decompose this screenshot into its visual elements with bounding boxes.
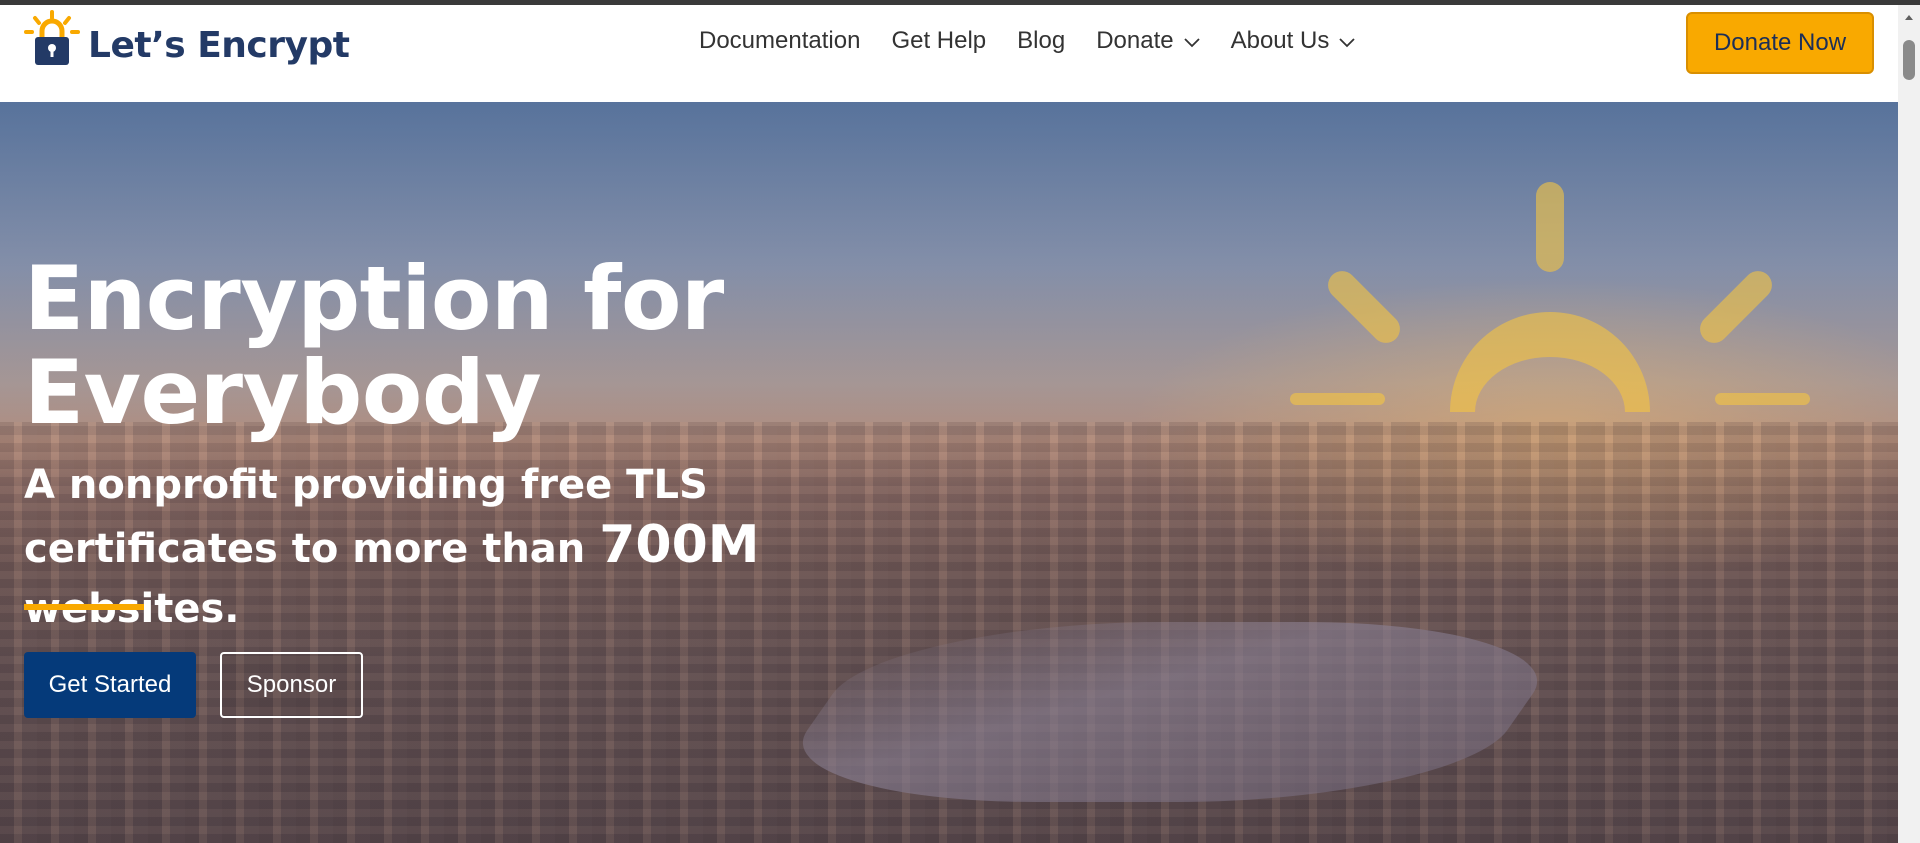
hero-accent-bar	[24, 604, 144, 610]
nav-about-us-dropdown[interactable]: About Us	[1231, 27, 1356, 55]
hero-title-line1: Encryption for	[24, 247, 724, 350]
nav-donate-label: Donate	[1096, 27, 1174, 54]
nav-blog[interactable]: Blog	[1017, 27, 1065, 55]
nav-documentation-label: Documentation	[699, 27, 861, 54]
nav-blog-label: Blog	[1017, 27, 1066, 54]
website-count: 700M	[599, 515, 760, 575]
hero-subtitle-line1: A nonprofit providing free TLS	[24, 462, 708, 508]
padlock-sun-icon	[24, 10, 82, 70]
site-logo-text: Let’s Encrypt	[88, 24, 350, 66]
nav-about-us-label: About Us	[1230, 27, 1330, 54]
sponsor-button[interactable]: Sponsor	[220, 652, 363, 718]
sun-logo-watermark-icon	[1290, 182, 1810, 412]
site-logo[interactable]: Let’s Encrypt	[24, 5, 350, 75]
page-scrollbar[interactable]	[1898, 5, 1920, 843]
chevron-down-icon	[1339, 27, 1355, 55]
chevron-down-icon	[1183, 27, 1200, 55]
hero-title: Encryption for Everybody	[24, 252, 924, 440]
nav-get-help[interactable]: Get Help	[891, 27, 986, 55]
hero-section: Encryption for Everybody A nonprofit pro…	[0, 102, 1898, 843]
main-nav: Documentation Get Help Blog Donate About…	[699, 27, 1386, 55]
nav-donate-dropdown[interactable]: Donate	[1096, 27, 1200, 55]
get-started-button[interactable]: Get Started	[24, 652, 196, 718]
hero-subtitle-line2-pre: certificates to more than	[24, 526, 600, 572]
hero-subtitle: A nonprofit providing free TLS certifica…	[24, 455, 974, 639]
site-header: Let’s Encrypt Documentation Get Help Blo…	[0, 5, 1898, 102]
scrollbar-thumb[interactable]	[1903, 40, 1915, 80]
scroll-up-arrow-icon[interactable]	[1903, 10, 1915, 22]
nav-documentation[interactable]: Documentation	[699, 27, 860, 55]
hero-title-line2: Everybody	[24, 341, 542, 444]
nav-get-help-label: Get Help	[891, 27, 987, 54]
donate-now-button[interactable]: Donate Now	[1686, 12, 1874, 74]
